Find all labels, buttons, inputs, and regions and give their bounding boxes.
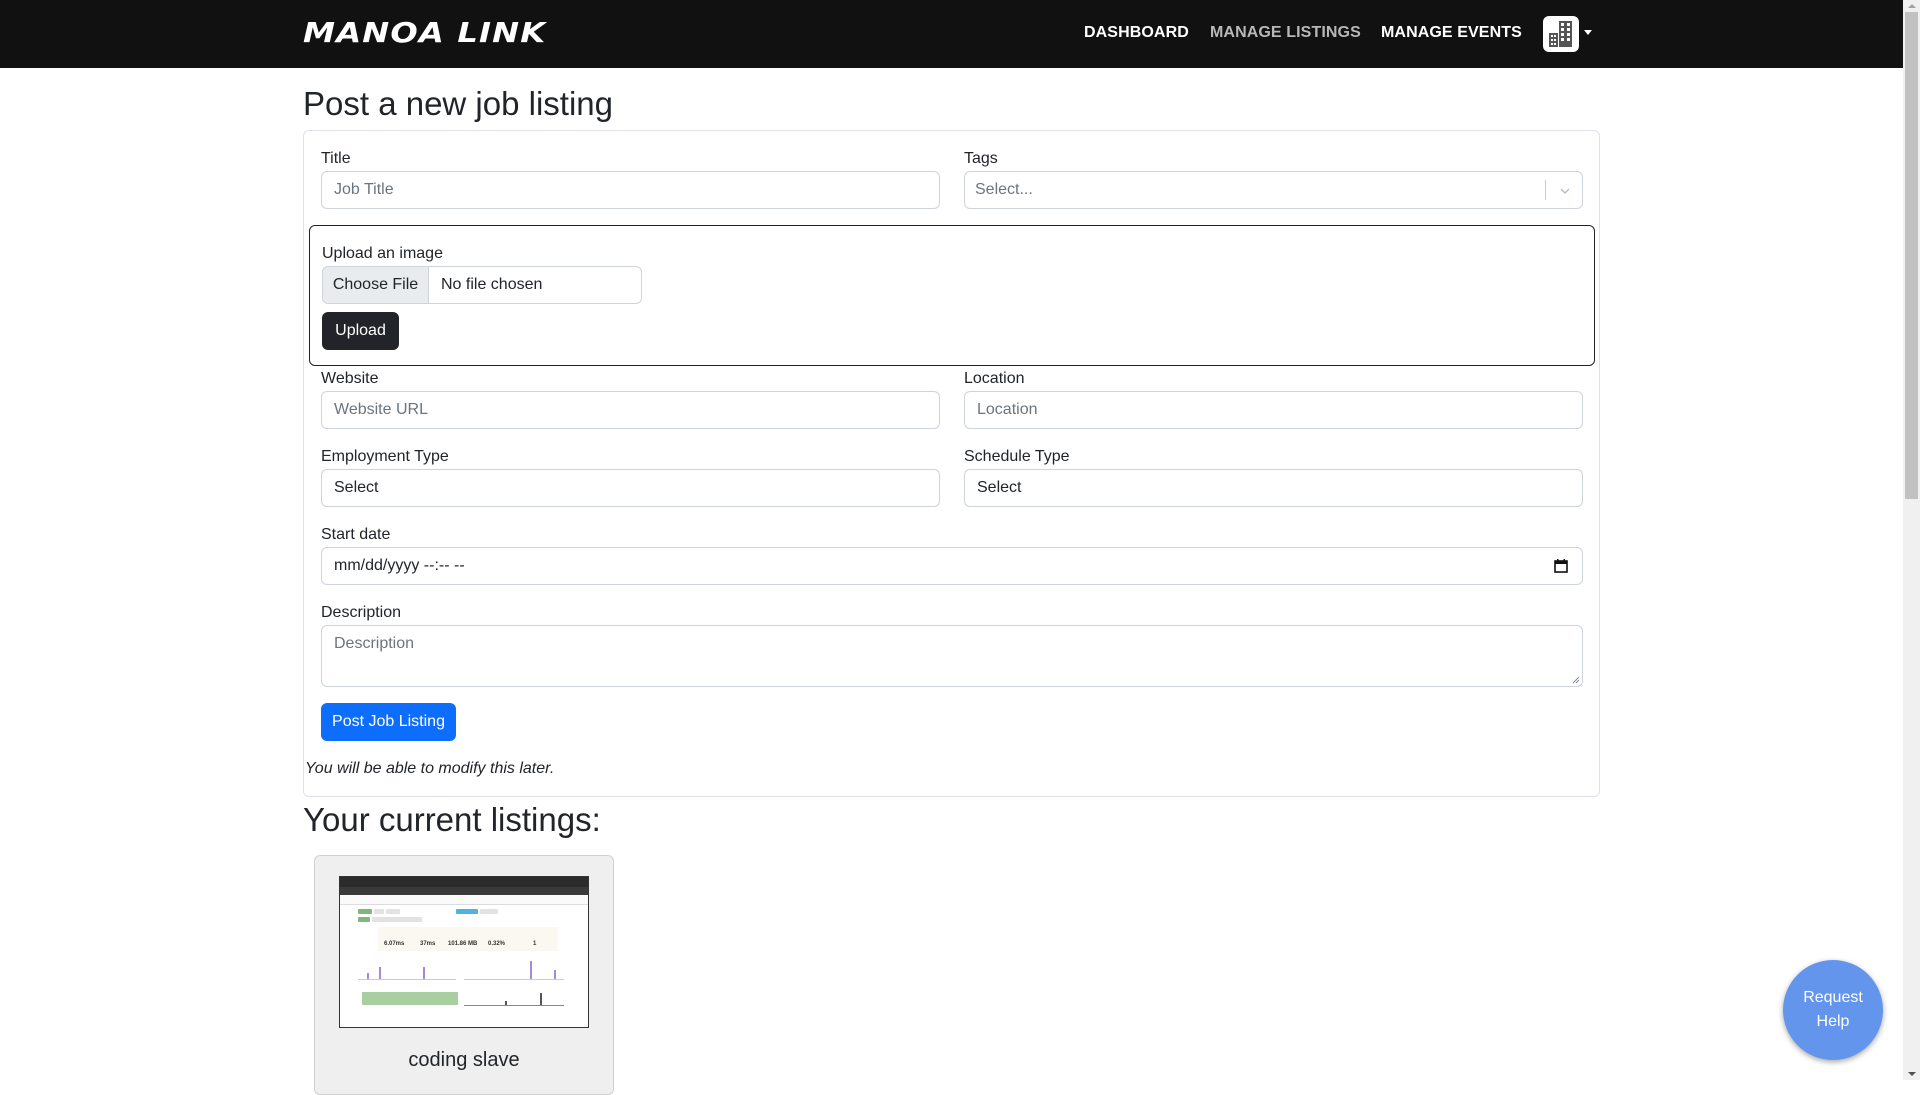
thumb-chart-axis <box>464 979 564 980</box>
thumb-stat-value: 37ms <box>420 941 436 947</box>
upload-button[interactable]: Upload <box>322 312 399 350</box>
scroll-down-arrow-icon[interactable] <box>1908 1072 1916 1076</box>
thumb-header <box>340 895 588 905</box>
nav-dashboard[interactable]: DASHBOARD <box>1084 22 1189 44</box>
profile-dropdown-button[interactable] <box>1543 16 1579 52</box>
tags-placeholder: Select... <box>975 181 1033 198</box>
thumb-tab <box>374 909 384 914</box>
page-scrollbar[interactable] <box>1903 0 1920 1080</box>
thumb-address-bar <box>340 887 588 895</box>
site-logo[interactable]: MANOA LINK <box>303 18 546 48</box>
thumb-chart-axis <box>464 1005 564 1006</box>
tags-select[interactable]: Select... <box>964 171 1583 209</box>
thumb-stat-value: 1 <box>533 941 537 947</box>
thumb-subtab <box>358 917 370 922</box>
location-input[interactable]: Location <box>964 391 1583 429</box>
help-line-2: Help <box>1816 1013 1850 1030</box>
modify-later-note: You will be able to modify this later. <box>305 760 555 777</box>
schedule-type-select[interactable]: Select <box>964 469 1583 507</box>
thumb-spike <box>505 1001 507 1005</box>
calendar-icon[interactable] <box>1554 559 1568 573</box>
start-date-label: Start date <box>321 526 391 543</box>
nav-manage-listings[interactable]: MANAGE LISTINGS <box>1210 22 1361 44</box>
thumb-button <box>480 909 498 914</box>
description-textarea[interactable]: Description <box>321 625 1583 687</box>
tags-label: Tags <box>964 150 998 167</box>
employment-type-label: Employment Type <box>321 448 449 465</box>
thumb-spike <box>367 973 369 979</box>
title-input[interactable]: Job Title <box>321 171 940 209</box>
website-label: Website <box>321 370 379 387</box>
choose-file-button[interactable]: Choose File <box>323 267 429 303</box>
thumb-stat-value: 101.86 MB <box>448 941 478 947</box>
thumb-memory-area <box>362 992 458 1005</box>
thumb-spike <box>540 993 542 1005</box>
help-line-1: Request <box>1803 989 1863 1006</box>
thumb-spike <box>423 967 425 979</box>
employment-type-select[interactable]: Select <box>321 469 940 507</box>
upload-label: Upload an image <box>322 245 443 262</box>
caret-down-icon[interactable] <box>1584 30 1592 35</box>
file-input[interactable]: Choose File No file chosen <box>322 266 642 304</box>
navbar: MANOA LINK DASHBOARD MANAGE LISTINGS MAN… <box>0 0 1903 68</box>
listing-thumbnail: 6.07ms 37ms 101.86 MB 0.32% 1 <box>339 876 589 1028</box>
thumb-stat-value: 6.07ms <box>384 941 405 947</box>
thumb-button <box>456 909 478 914</box>
scrollbar-thumb[interactable] <box>1905 12 1918 499</box>
thumb-stats <box>378 927 558 951</box>
nav-manage-events[interactable]: MANAGE EVENTS <box>1381 22 1522 44</box>
building-icon <box>1549 21 1572 47</box>
thumb-spike <box>379 967 381 979</box>
thumb-chart-axis <box>358 979 456 980</box>
location-label: Location <box>964 370 1025 387</box>
request-help-button[interactable]: Request Help <box>1783 960 1883 1060</box>
start-date-value: mm/dd/yyyy --:-- -- <box>334 557 465 574</box>
listings-heading: Your current listings: <box>303 801 601 838</box>
page-title: Post a new job listing <box>303 85 614 122</box>
scroll-up-arrow-icon[interactable] <box>1908 4 1916 8</box>
description-placeholder: Description <box>334 635 415 652</box>
thumb-browser-tabs <box>340 877 588 887</box>
listing-card[interactable]: 6.07ms 37ms 101.86 MB 0.32% 1 coding sla… <box>314 855 614 1095</box>
thumb-subtab <box>372 917 422 922</box>
thumb-spike <box>554 970 556 979</box>
tags-separator <box>1545 180 1546 200</box>
website-input[interactable]: Website URL <box>321 391 940 429</box>
post-job-listing-button[interactable]: Post Job Listing <box>321 703 456 741</box>
listing-title[interactable]: coding slave <box>315 1048 613 1072</box>
schedule-type-label: Schedule Type <box>964 448 1070 465</box>
thumb-stat-value: 0.32% <box>488 941 506 947</box>
start-date-input[interactable]: mm/dd/yyyy --:-- -- <box>321 547 1583 585</box>
description-label: Description <box>321 604 402 621</box>
thumb-tab <box>386 909 400 914</box>
title-label: Title <box>321 150 351 167</box>
thumb-tab <box>358 909 372 914</box>
thumb-spike <box>530 961 532 979</box>
chevron-down-icon[interactable] <box>1560 186 1570 196</box>
resize-handle-icon[interactable] <box>1572 676 1580 684</box>
file-status: No file chosen <box>441 276 543 293</box>
